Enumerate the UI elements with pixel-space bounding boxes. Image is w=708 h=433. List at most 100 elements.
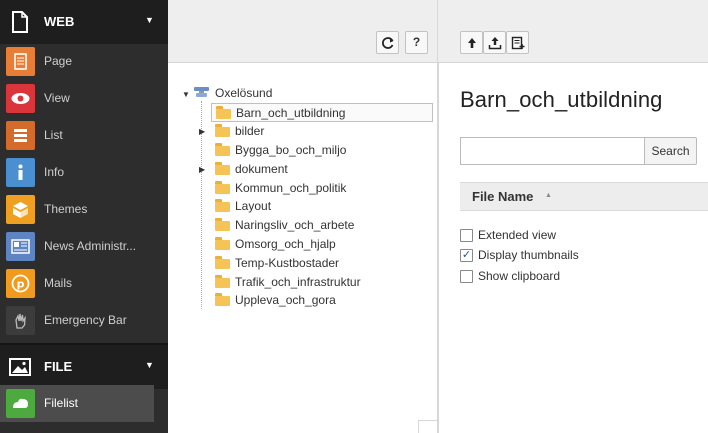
upload-button[interactable]	[483, 31, 506, 54]
help-button[interactable]: ?	[405, 31, 428, 54]
collapse-icon[interactable]: ▼	[182, 90, 190, 99]
tree-node[interactable]: Omsorg_och_hjalp	[211, 235, 433, 254]
panel-resize-corner[interactable]	[418, 420, 438, 433]
info-icon	[6, 158, 35, 187]
menu-item-label: Emergency Bar	[44, 313, 127, 327]
page-icon	[6, 47, 35, 76]
filelist-icon	[6, 389, 35, 418]
tree-node[interactable]: Layout	[211, 197, 433, 216]
tree-node-label: bilder	[235, 124, 265, 138]
menu-item-view[interactable]: View	[0, 80, 168, 117]
group-label-file: FILE	[44, 359, 73, 374]
tree-node[interactable]: Trafik_och_infrastruktur	[211, 273, 433, 292]
expand-icon[interactable]: ▶	[199, 127, 205, 136]
search-button[interactable]: Search	[644, 137, 697, 165]
folder-icon	[215, 162, 230, 175]
tree-node-label: Uppleva_och_gora	[235, 293, 336, 307]
page-outline-icon	[8, 10, 32, 34]
expand-icon[interactable]: ▶	[199, 165, 205, 174]
refresh-button[interactable]	[376, 31, 399, 54]
menu-item-label: Info	[44, 165, 65, 179]
checkbox-display-thumbnails[interactable]: ✓	[460, 249, 473, 262]
column-header-file-name[interactable]: File Name	[472, 183, 533, 210]
tree-root[interactable]: Oxelösund	[215, 84, 272, 103]
menu-item-label: Themes	[44, 202, 88, 216]
tree-node-label: Naringsliv_och_arbete	[235, 218, 355, 232]
group-header-web[interactable]: WEB ▼	[0, 0, 168, 44]
tree-node-label: Barn_och_utbildning	[236, 106, 346, 120]
server-root-icon	[194, 86, 209, 98]
tree-node-label: Layout	[235, 199, 272, 213]
checkbox-extended-view[interactable]	[460, 229, 473, 242]
group-header-file[interactable]: FILE ▼	[0, 345, 168, 389]
checkbox-show-clipboard[interactable]	[460, 270, 473, 283]
svg-text:p: p	[17, 278, 25, 291]
content-toolbar	[438, 0, 708, 63]
tree-node[interactable]: Bygga_bo_och_miljo	[211, 141, 433, 160]
menu-item-label: List	[44, 128, 63, 142]
option-label: Display thumbnails	[478, 248, 579, 262]
tree-node-label: Temp-Kustbostader	[235, 256, 340, 270]
sort-ascending-icon[interactable]: ▲	[545, 192, 552, 199]
menu-item-label: Mails	[44, 276, 73, 290]
tree-node[interactable]: Temp-Kustbostader	[211, 254, 433, 273]
up-level-button[interactable]	[460, 31, 483, 54]
menu-item-themes[interactable]: Themes	[0, 191, 168, 228]
refresh-icon	[381, 37, 395, 53]
filelist-content: Barn_och_utbildning Search File Name ▲ E…	[438, 0, 708, 433]
tree-node-label: Omsorg_och_hjalp	[235, 237, 336, 251]
tree-node[interactable]: Kommun_och_politik	[211, 179, 433, 198]
page-title: Barn_och_utbildning	[460, 87, 663, 112]
folder-icon	[215, 293, 230, 306]
menu-item-emergency-bar[interactable]: Emergency Bar	[0, 302, 168, 339]
hand-icon	[6, 306, 35, 335]
option-label: Extended view	[478, 228, 557, 242]
menu-item-filelist[interactable]: Filelist	[0, 385, 154, 422]
image-icon	[8, 355, 32, 379]
list-icon	[6, 121, 35, 150]
tree-node[interactable]: bilder	[211, 122, 433, 141]
tree-node-label: Bygga_bo_och_miljo	[235, 143, 347, 157]
tree-node[interactable]: dokument	[211, 160, 433, 179]
tree-node[interactable]: Barn_och_utbildning	[211, 103, 433, 122]
folder-icon	[215, 143, 230, 156]
folder-icon	[215, 181, 230, 194]
folder-icon	[215, 256, 230, 269]
menu-item-label: Page	[44, 54, 73, 68]
module-menu: WEB ▼ Page View List Info Themes News Ad…	[0, 0, 168, 433]
folder-icon	[216, 106, 231, 119]
caret-down-icon[interactable]: ▼	[145, 360, 154, 370]
news-icon	[6, 232, 35, 261]
folder-icon	[215, 275, 230, 288]
folder-icon	[215, 199, 230, 212]
menu-item-page[interactable]: Page	[0, 43, 168, 80]
content-body: Barn_och_utbildning Search File Name ▲ E…	[438, 63, 708, 433]
menu-item-label: Filelist	[44, 396, 79, 410]
tree-node-label: Kommun_och_politik	[235, 181, 347, 195]
menu-item-info[interactable]: Info	[0, 154, 168, 191]
menu-item-list[interactable]: List	[0, 117, 168, 154]
tree-node-label: dokument	[235, 162, 288, 176]
new-file-icon	[511, 36, 525, 53]
menu-item-news-administration[interactable]: News Administr...	[0, 228, 168, 265]
tree-node-label: Trafik_och_infrastruktur	[235, 275, 361, 289]
eye-icon	[6, 84, 35, 113]
tree-node[interactable]: Uppleva_och_gora	[211, 291, 433, 310]
upload-icon	[488, 37, 502, 53]
search-input[interactable]	[460, 137, 645, 165]
menu-item-label: News Administr...	[44, 239, 137, 253]
menu-item-mails[interactable]: p Mails	[0, 265, 168, 302]
mail-at-icon: p	[6, 269, 35, 298]
tree-toolbar: ?	[168, 0, 437, 63]
themes-box-icon	[6, 195, 35, 224]
folder-icon	[215, 218, 230, 231]
folder-icon	[215, 124, 230, 137]
up-level-icon	[465, 38, 479, 53]
tree-node[interactable]: Naringsliv_och_arbete	[211, 216, 433, 235]
caret-down-icon[interactable]: ▼	[145, 15, 154, 25]
new-file-button[interactable]	[506, 31, 529, 54]
file-table-header: File Name ▲	[460, 182, 708, 211]
folder-icon	[215, 237, 230, 250]
folder-tree-panel: ? ▼ Oxelösund Barn_och_utbildning ▶ bild…	[168, 0, 438, 433]
menu-item-label: View	[44, 91, 70, 105]
